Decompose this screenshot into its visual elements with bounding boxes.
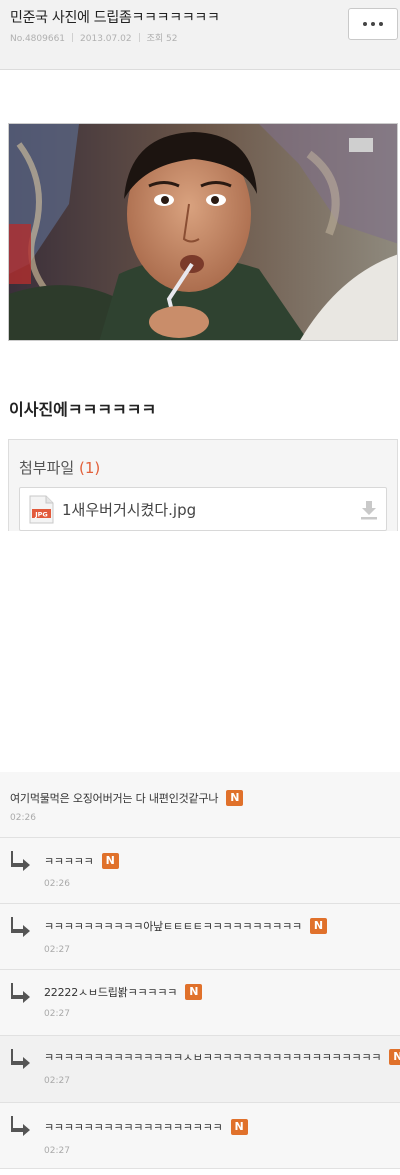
comment-body: ㅋㅋㅋㅋㅋㅋㅋㅋㅋㅋㅋㅋㅋㅋㅋㅋㅋㅋ <box>44 1121 223 1134</box>
new-badge: N <box>185 984 203 1000</box>
comment-reply[interactable]: ㅋㅋㅋㅋㅋㅋㅋㅋㅋㅋ아낲ㅌㅌㅌㅌㅋㅋㅋㅋㅋㅋㅋㅋㅋㅋ N 02:27 <box>0 904 400 970</box>
comment-time: 02:27 <box>44 1076 70 1086</box>
attachments-count: (1) <box>78 459 101 477</box>
more-options-button[interactable] <box>348 8 398 40</box>
comment-reply[interactable]: ㅋㅋㅋㅋㅋㅋㅋㅋㅋㅋㅋㅋㅋㅋㅅㅂㅋㅋㅋㅋㅋㅋㅋㅋㅋㅋㅋㅋㅋㅋㅋㅋㅋㅋ N 02:2… <box>0 1036 400 1103</box>
comment-reply[interactable]: 22222ㅅㅂ드립봙ㅋㅋㅋㅋㅋ N 02:27 <box>0 970 400 1036</box>
new-badge: N <box>230 1119 248 1135</box>
dot-icon <box>371 22 375 26</box>
comment-text: ㅋㅋㅋㅋㅋ N <box>44 853 119 869</box>
reply-arrow-icon <box>11 1116 30 1136</box>
post-header: 민준국 사진에 드립좀ㅋㅋㅋㅋㅋㅋㅋ No.4809661 2013.07.02 조… <box>0 0 400 70</box>
post-title: 민준국 사진에 드립좀ㅋㅋㅋㅋㅋㅋㅋ <box>10 10 220 26</box>
post-views: 조회 52 <box>146 34 178 44</box>
file-type-label: JPG <box>34 511 48 519</box>
comment-time: 02:27 <box>44 1009 70 1019</box>
post-image <box>8 123 398 341</box>
comment-body: ㅋㅋㅋㅋㅋ <box>44 855 94 868</box>
comment-time: 02:26 <box>10 813 36 823</box>
comment-text: 22222ㅅㅂ드립봙ㅋㅋㅋㅋㅋ N <box>44 984 203 1000</box>
comment-time: 02:27 <box>44 945 70 955</box>
meta-divider <box>72 33 74 42</box>
dot-icon <box>379 22 383 26</box>
comment-body: 여기먹물먹은 오징어버거는 다 내편인것같구나 <box>10 792 219 805</box>
download-icon[interactable] <box>360 500 378 520</box>
comment-text: ㅋㅋㅋㅋㅋㅋㅋㅋㅋㅋㅋㅋㅋㅋㅅㅂㅋㅋㅋㅋㅋㅋㅋㅋㅋㅋㅋㅋㅋㅋㅋㅋㅋㅋ N <box>44 1049 400 1065</box>
reply-arrow-icon <box>11 917 30 937</box>
comment-text: ㅋㅋㅋㅋㅋㅋㅋㅋㅋㅋㅋㅋㅋㅋㅋㅋㅋㅋ N <box>44 1119 248 1135</box>
new-badge: N <box>101 853 119 869</box>
post-number: No.4809661 <box>10 34 66 44</box>
attachments-panel: 첨부파일 (1) JPG 1새우버거시켰다.jpg <box>8 439 398 531</box>
reply-arrow-icon <box>11 1049 30 1069</box>
attachment-file-name: 1새우버거시켰다.jpg <box>62 501 197 519</box>
comment-time: 02:27 <box>44 1146 70 1156</box>
photo-illustration <box>9 124 397 340</box>
new-badge: N <box>226 790 244 806</box>
comment-text: ㅋㅋㅋㅋㅋㅋㅋㅋㅋㅋ아낲ㅌㅌㅌㅌㅋㅋㅋㅋㅋㅋㅋㅋㅋㅋ N <box>44 918 327 934</box>
new-badge: N <box>309 918 327 934</box>
meta-divider <box>138 33 140 42</box>
reply-arrow-icon <box>11 983 30 1003</box>
attachments-label: 첨부파일 (1) <box>19 457 100 478</box>
post-meta: No.4809661 2013.07.02 조회 52 <box>10 31 177 44</box>
comment-item[interactable]: 여기먹물먹은 오징어버거는 다 내편인것같구나 N 02:26 <box>0 772 400 838</box>
attachments-title: 첨부파일 <box>19 459 75 477</box>
post-date: 2013.07.02 <box>80 34 132 44</box>
comment-body: ㅋㅋㅋㅋㅋㅋㅋㅋㅋㅋ아낲ㅌㅌㅌㅌㅋㅋㅋㅋㅋㅋㅋㅋㅋㅋ <box>44 920 302 933</box>
attachment-file[interactable]: JPG 1새우버거시켰다.jpg <box>19 487 387 531</box>
dot-icon <box>363 22 367 26</box>
jpg-file-icon: JPG <box>29 495 54 524</box>
comment-body: ㅋㅋㅋㅋㅋㅋㅋㅋㅋㅋㅋㅋㅋㅋㅅㅂㅋㅋㅋㅋㅋㅋㅋㅋㅋㅋㅋㅋㅋㅋㅋㅋㅋㅋ <box>44 1051 382 1064</box>
comment-text: 여기먹물먹은 오징어버거는 다 내편인것같구나 N <box>10 790 244 806</box>
comment-list: 여기먹물먹은 오징어버거는 다 내편인것같구나 N 02:26 ㅋㅋㅋㅋㅋ N 02… <box>0 772 400 1169</box>
new-badge: N <box>389 1049 400 1065</box>
comment-reply[interactable]: ㅋㅋㅋㅋㅋ N 02:26 <box>0 838 400 904</box>
reply-arrow-icon <box>11 851 30 871</box>
comment-time: 02:26 <box>44 879 70 889</box>
comment-body: 22222ㅅㅂ드립봙ㅋㅋㅋㅋㅋ <box>44 986 178 999</box>
post-body: 이사진에ㅋㅋㅋㅋㅋㅋ <box>9 400 157 419</box>
comment-reply[interactable]: ㅋㅋㅋㅋㅋㅋㅋㅋㅋㅋㅋㅋㅋㅋㅋㅋㅋㅋ N 02:27 <box>0 1103 400 1169</box>
